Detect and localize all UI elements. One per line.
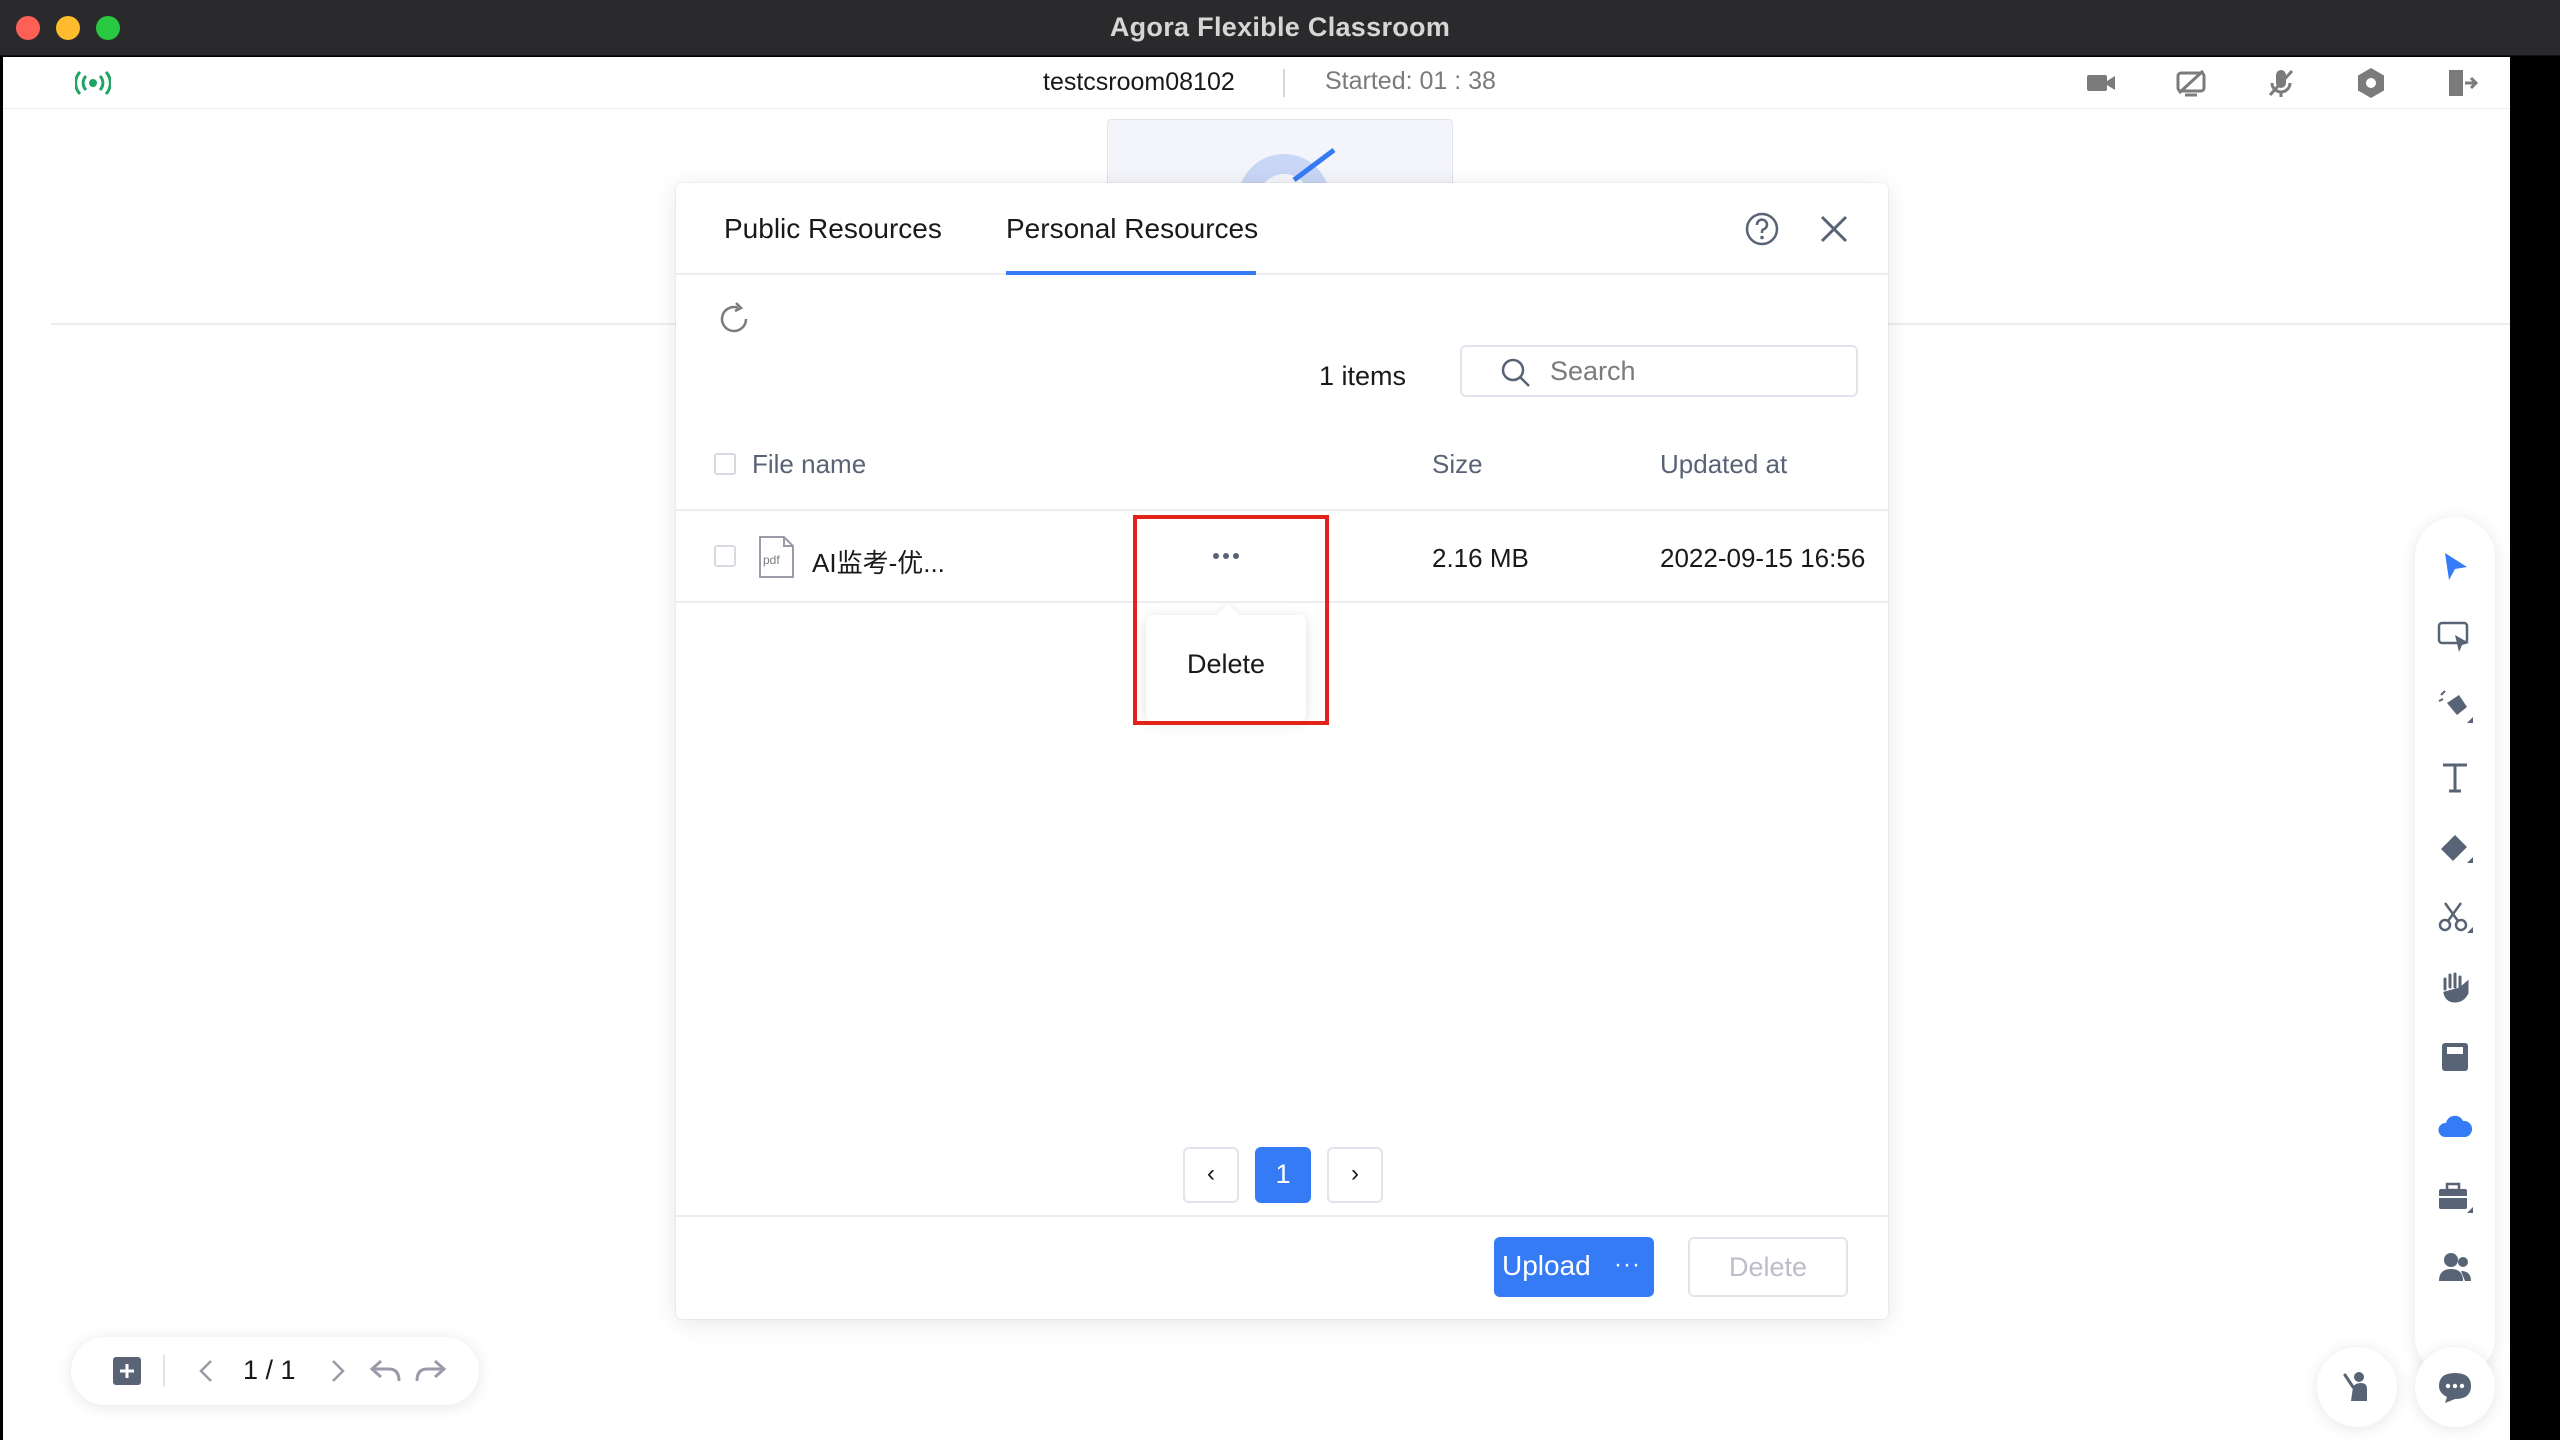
save-icon[interactable] (2435, 1037, 2475, 1077)
select-all-checkbox[interactable] (714, 453, 736, 475)
window-titlebar: Agora Flexible Classroom (0, 0, 2560, 56)
placeholder-graphic-icon (1239, 148, 1336, 189)
file-size: 2.16 MB (1432, 543, 1529, 573)
settings-hex-icon[interactable] (2353, 65, 2389, 101)
screen-share-off-icon[interactable] (2173, 65, 2209, 101)
page-control-bar: 1 / 1 (71, 1337, 479, 1405)
topbar-divider (1283, 69, 1285, 97)
window-title: Agora Flexible Classroom (1109, 12, 1451, 42)
page-indicator: 1 / 1 (243, 1355, 296, 1385)
row-checkbox[interactable] (714, 545, 736, 567)
items-count: 1 items (1319, 361, 1407, 391)
refresh-icon[interactable] (714, 299, 754, 339)
selector-icon[interactable] (2435, 547, 2475, 587)
class-timer: Started: 01 : 38 (1325, 67, 1496, 95)
help-icon[interactable] (1742, 209, 1782, 249)
search-input[interactable] (1550, 349, 1840, 393)
window-edge (2510, 57, 2560, 1440)
search-field[interactable] (1460, 345, 1858, 397)
classroom-app: testcsroom08102 Started: 01 : 38 Public … (3, 57, 2510, 1440)
raise-hand-icon (2343, 1372, 2367, 1401)
pen-icon[interactable] (2435, 687, 2475, 727)
file-name[interactable]: AI监考-优... (812, 543, 945, 580)
whiteboard-toolbar (2415, 517, 2495, 1377)
camera-icon[interactable] (2083, 65, 2119, 101)
column-size: Size (1432, 449, 1483, 479)
resource-tabs: Public Resources Personal Resources (676, 183, 1888, 275)
column-updated-at: Updated at (1660, 449, 1788, 479)
prev-page-button[interactable]: ‹ (1183, 1147, 1239, 1203)
toolbox-icon[interactable] (2435, 1177, 2475, 1217)
chat-button[interactable] (2415, 1347, 2495, 1427)
top-status-bar: testcsroom08102 Started: 01 : 38 (3, 57, 2510, 109)
close-icon[interactable] (1814, 209, 1854, 249)
signal-icon (75, 70, 111, 96)
footer-divider (676, 1215, 1888, 1217)
tab-personal-resources[interactable]: Personal Resources (1006, 213, 1258, 245)
room-name: testcsroom08102 (1043, 68, 1235, 96)
left-gutter (3, 109, 51, 1440)
cloud-icon[interactable] (2435, 1107, 2475, 1147)
redo-icon[interactable] (413, 1353, 449, 1389)
active-tab-indicator (1006, 271, 1256, 275)
hand-icon[interactable] (2435, 967, 2475, 1007)
roster-icon[interactable] (2435, 1247, 2475, 1287)
exit-icon[interactable] (2443, 65, 2479, 101)
annotation-highlight-box (1133, 515, 1329, 725)
upload-more-icon[interactable]: ··· (1614, 1251, 1641, 1279)
hands-up-button[interactable] (2317, 1347, 2397, 1427)
eraser-icon[interactable] (2435, 827, 2475, 867)
column-file-name: File name (752, 449, 867, 479)
tab-public-resources[interactable]: Public Resources (724, 213, 942, 245)
clipper-icon[interactable] (2435, 897, 2475, 937)
background-panel (1107, 119, 1453, 189)
cloud-resources-dialog: Public Resources Personal Resources 1 it… (676, 183, 1888, 1319)
add-page-icon[interactable] (109, 1353, 145, 1389)
next-page-icon[interactable] (319, 1353, 355, 1389)
delete-button[interactable]: Delete (1688, 1237, 1848, 1297)
svg-text:pdf: pdf (763, 553, 780, 567)
text-icon[interactable] (2435, 757, 2475, 797)
prev-page-icon[interactable] (189, 1353, 225, 1389)
search-icon (1501, 358, 1530, 387)
pdf-file-icon: pdf (759, 536, 794, 578)
upload-button[interactable]: Upload ··· (1494, 1237, 1654, 1297)
upload-label: Upload (1502, 1250, 1591, 1281)
page-1-button[interactable]: 1 (1255, 1147, 1311, 1203)
pagebar-separator (163, 1355, 165, 1387)
undo-icon[interactable] (367, 1353, 403, 1389)
laser-pointer-icon[interactable] (2435, 617, 2475, 657)
mic-off-icon[interactable] (2263, 65, 2299, 101)
next-page-button[interactable]: › (1327, 1147, 1383, 1203)
file-updated-at: 2022-09-15 16:56 (1660, 543, 1866, 573)
chat-icon (2439, 1373, 2471, 1403)
